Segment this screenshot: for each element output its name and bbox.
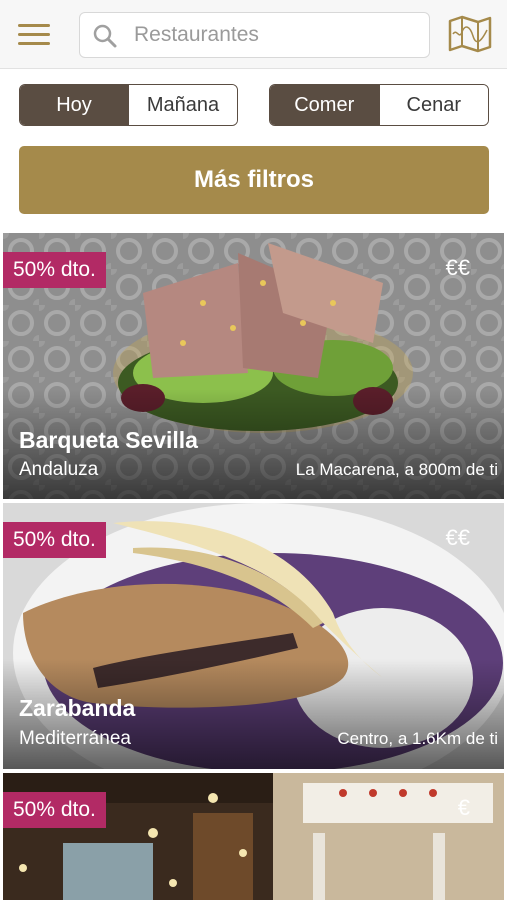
discount-badge: 50% dto. xyxy=(3,252,106,288)
discount-badge: 50% dto. xyxy=(3,792,106,828)
price-level: € xyxy=(457,795,470,820)
discount-badge: 50% dto. xyxy=(3,522,106,558)
toggle-tomorrow[interactable]: Mañana xyxy=(128,85,237,125)
restaurant-name: Zarabanda xyxy=(19,695,136,721)
restaurant-location: La Macarena, a 800m de ti xyxy=(295,460,498,479)
restaurant-cuisine: Andaluza xyxy=(19,459,99,480)
restaurant-name: Barqueta Sevilla xyxy=(19,427,198,453)
more-filters-button[interactable]: Más filtros xyxy=(19,146,489,214)
day-toggle: Hoy Mañana xyxy=(19,84,238,126)
hamburger-icon[interactable] xyxy=(14,16,54,52)
search-bar[interactable] xyxy=(79,12,430,58)
price-level: €€ xyxy=(445,525,470,550)
price-level: €€ xyxy=(445,255,470,280)
toggle-today[interactable]: Hoy xyxy=(20,85,128,125)
restaurant-location: Centro, a 1.6Km de ti xyxy=(337,729,498,748)
restaurant-card[interactable]: 50% dto. €€ Barqueta Sevilla Andaluza La… xyxy=(3,233,504,499)
map-icon[interactable] xyxy=(445,14,495,54)
restaurant-card[interactable]: 50% dto. € xyxy=(3,773,504,900)
toggle-dinner[interactable]: Cenar xyxy=(378,85,488,125)
search-icon xyxy=(93,24,117,48)
toggle-lunch[interactable]: Comer xyxy=(270,85,379,125)
meal-toggle: Comer Cenar xyxy=(269,84,489,126)
top-bar xyxy=(0,0,507,69)
restaurant-card[interactable]: 50% dto. €€ Zarabanda Mediterránea Centr… xyxy=(3,503,504,769)
restaurant-cuisine: Mediterránea xyxy=(19,728,131,749)
search-input[interactable] xyxy=(132,19,421,51)
